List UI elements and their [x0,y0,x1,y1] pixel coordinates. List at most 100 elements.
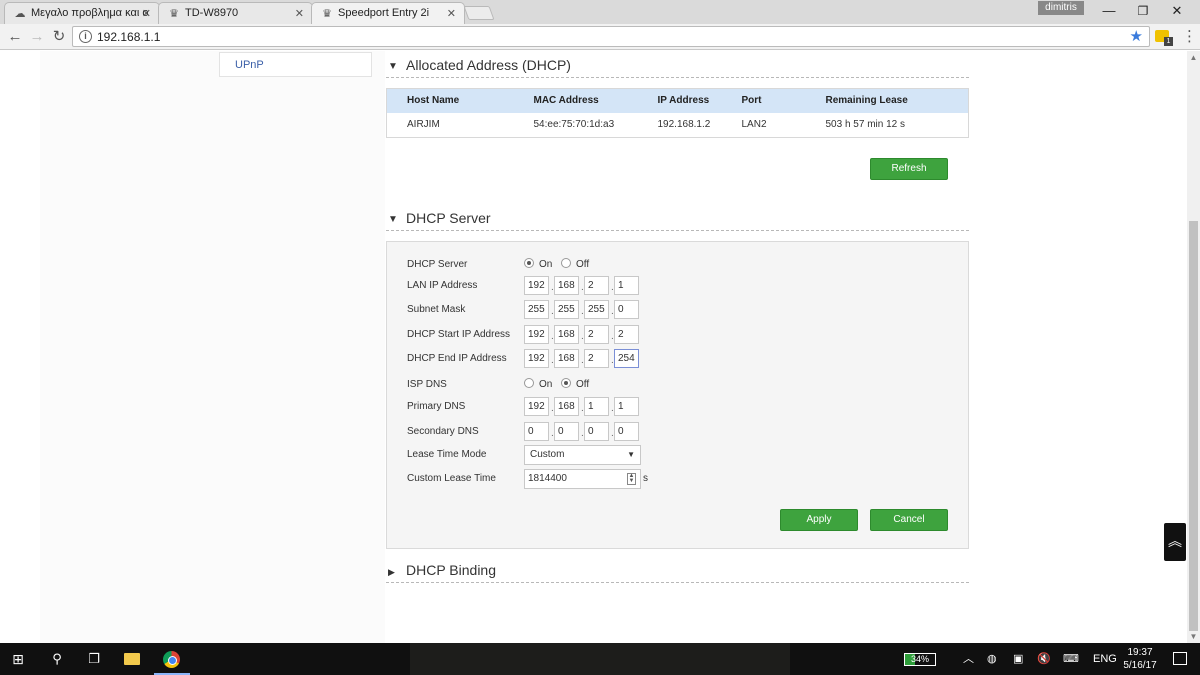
end-ip-octet-1[interactable]: 192 [524,349,549,368]
dhcp-server-row: DHCP Server On Off [407,255,947,275]
start-ip-octet-3[interactable]: 2 [584,325,609,344]
volume-muted-icon[interactable]: 🔇 [1037,652,1051,666]
back-arrow-icon[interactable]: ← [6,28,24,46]
secondary-dns-octet-2[interactable]: 0 [554,422,579,441]
left-panel [40,51,385,643]
lan-ip-octet-4[interactable]: 1 [614,276,639,295]
subnet-octet-4[interactable]: 0 [614,300,639,319]
windows-taskbar: ⊞ ⚲ ❐ 34% ︿ ◍ ▣ 🔇 ⌨ ENG 19:37 5/16/17 [0,643,1200,675]
show-hidden-icons-icon[interactable]: ︿ [963,652,974,666]
task-view-icon[interactable]: ❐ [85,651,103,667]
allocated-section-header[interactable]: ▼ Allocated Address (DHCP) [386,56,969,78]
dhcp-server-section-header[interactable]: ▼ DHCP Server [386,209,969,231]
browser-menu-icon[interactable]: ⋮ [1182,28,1197,46]
start-ip-octet-1[interactable]: 192 [524,325,549,344]
expand-arrow-icon[interactable]: ▶ [388,567,395,578]
mac-address-cell: 54:ee:75:70:1d:a3 [533,119,615,131]
close-window-icon[interactable]: ✕ [1154,2,1200,22]
start-ip-octet-2[interactable]: 168 [554,325,579,344]
browser-tab-tdw8970[interactable]: ♛ TD-W8970 ✕ [158,2,313,24]
secondary-dns-octet-1[interactable]: 0 [524,422,549,441]
tab-title: Μεγαλο προβλημα και ο [31,7,149,19]
file-explorer-icon[interactable] [124,653,140,665]
refresh-button[interactable]: Refresh [870,158,948,180]
primary-dns-octet-1[interactable]: 192 [524,397,549,416]
lease-time-input[interactable]: 1814400 ▲ ▼ [524,469,641,489]
scroll-to-top-button[interactable]: ︽ [1164,523,1186,561]
page-viewport: UPnP ▼ Allocated Address (DHCP) Host Nam… [0,51,1187,643]
search-icon[interactable]: ⚲ [48,651,66,667]
tab-title: Speedport Entry 2i [338,7,430,19]
language-indicator[interactable]: ENG [1093,652,1117,666]
cancel-button[interactable]: Cancel [870,509,948,531]
start-ip-octet-4[interactable]: 2 [614,325,639,344]
column-header: Host Name [386,88,534,113]
secondary-dns-octet-4[interactable]: 0 [614,422,639,441]
battery-icon[interactable]: 34% [904,653,936,666]
reload-icon[interactable]: ↻ [50,28,68,46]
spinner-icon[interactable]: ▲ ▼ [627,473,636,485]
subnet-octet-3[interactable]: 255 [584,300,609,319]
notification-app-icon[interactable]: ▣ [1013,652,1023,666]
lan-ip-octet-2[interactable]: 168 [554,276,579,295]
address-bar[interactable]: i 192.168.1.1 ★ [72,26,1150,47]
close-tab-icon[interactable]: ✕ [295,7,304,20]
subnet-octet-2[interactable]: 255 [554,300,579,319]
browser-tab-speedport[interactable]: ♛ Speedport Entry 2i ✕ [311,2,465,25]
bookmark-star-icon[interactable]: ★ [1130,28,1143,45]
extension-icon[interactable]: 1 [1155,30,1173,46]
page-scrollbar[interactable]: ▲ ▼ [1187,51,1200,643]
isp-dns-row: ISP DNS On Off [407,375,947,395]
lease-mode-select[interactable]: Custom ▼ [524,445,641,465]
close-tab-icon[interactable]: ✕ [447,7,456,20]
field-label: Custom Lease Time [407,473,496,484]
column-header: Port [741,88,826,113]
lan-ip-octet-1[interactable]: 192 [524,276,549,295]
chrome-icon[interactable] [163,651,180,668]
scrollbar-thumb[interactable] [1189,221,1198,631]
end-ip-row: DHCP End IP Address 192 . 168 . 2 . 254 [407,349,947,369]
taskbar-clock[interactable]: 19:37 5/16/17 [1115,646,1165,672]
end-ip-octet-2[interactable]: 168 [554,349,579,368]
end-ip-octet-4[interactable]: 254 [614,349,639,368]
profile-button[interactable]: dimitris [1038,1,1084,15]
collapse-arrow-icon[interactable]: ▼ [388,214,398,225]
subnet-octet-1[interactable]: 255 [524,300,549,319]
scroll-down-icon[interactable]: ▼ [1187,630,1200,643]
new-tab-button[interactable] [463,6,495,20]
apply-button[interactable]: Apply [780,509,858,531]
dhcp-server-off-radio[interactable] [561,258,571,268]
network-globe-icon[interactable]: ◍ [987,652,997,666]
primary-dns-octet-3[interactable]: 1 [584,397,609,416]
scroll-up-icon[interactable]: ▲ [1187,51,1200,64]
field-label: Secondary DNS [407,426,479,437]
action-center-icon[interactable] [1173,652,1187,665]
lan-ip-octet-3[interactable]: 2 [584,276,609,295]
browser-tab-forum[interactable]: ☁ Μεγαλο προβλημα και ο ✕ [4,2,160,24]
sidebar-item-upnp[interactable]: UPnP [219,52,372,77]
primary-dns-octet-2[interactable]: 168 [554,397,579,416]
field-label: Subnet Mask [407,304,466,315]
dhcp-server-on-radio[interactable] [524,258,534,268]
collapse-arrow-icon[interactable]: ▼ [388,61,398,72]
field-label: DHCP Server [407,259,468,270]
close-tab-icon[interactable]: ✕ [142,7,151,20]
field-label: Primary DNS [407,401,466,412]
dhcp-binding-section-header[interactable]: ▶ DHCP Binding [386,561,969,583]
primary-dns-octet-4[interactable]: 1 [614,397,639,416]
input-value: 1814400 [528,473,567,484]
host-name-cell: AIRJIM [407,119,440,131]
keyboard-icon[interactable]: ⌨ [1063,652,1079,666]
browser-toolbar: ← → ↻ i 192.168.1.1 ★ 1 [0,24,1200,50]
isp-dns-off-radio[interactable] [561,378,571,388]
windows-start-icon[interactable]: ⊞ [9,651,27,667]
browser-tabstrip: ☁ Μεγαλο προβλημα και ο ✕ ♛ TD-W8970 ✕ ♛… [0,0,1200,25]
lan-ip-row: LAN IP Address 192 . 168 . 2 . 1 [407,276,947,296]
forward-arrow-icon[interactable]: → [28,28,46,46]
isp-dns-on-radio[interactable] [524,378,534,388]
radio-label: On [539,379,553,390]
info-icon[interactable]: i [79,30,92,43]
secondary-dns-octet-3[interactable]: 0 [584,422,609,441]
url-text[interactable]: 192.168.1.1 [97,30,160,44]
end-ip-octet-3[interactable]: 2 [584,349,609,368]
